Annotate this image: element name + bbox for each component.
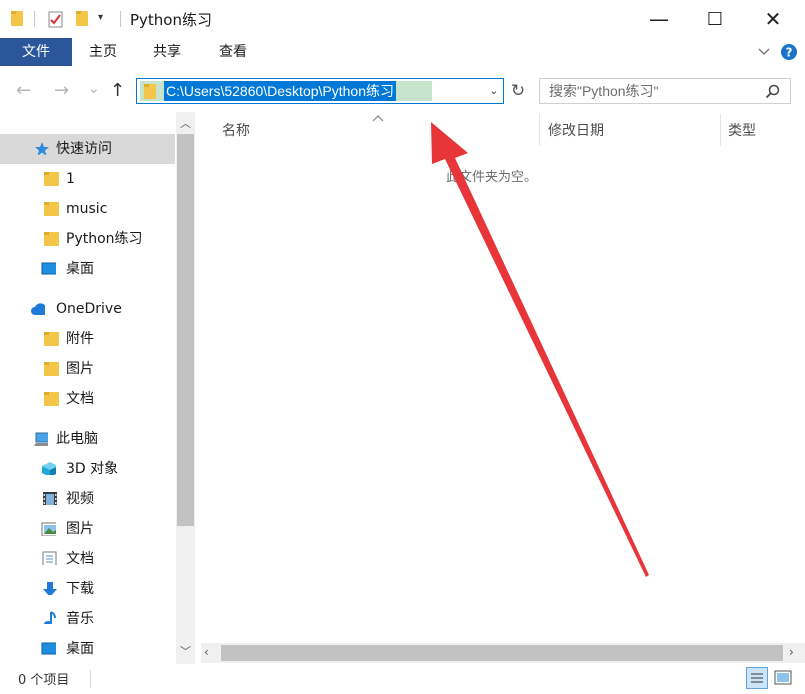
horizontal-scrollbar-thumb[interactable]	[221, 645, 783, 661]
details-view-button[interactable]	[746, 667, 768, 689]
scroll-right-arrow[interactable]: ›	[789, 645, 794, 659]
details-view-icon	[751, 673, 763, 683]
large-icons-view-icon	[774, 670, 792, 685]
scroll-left-arrow[interactable]: ‹	[204, 645, 209, 659]
status-divider	[90, 670, 91, 688]
large-icons-view-button[interactable]	[772, 667, 794, 689]
status-bar	[0, 664, 805, 694]
red-annotation-arrow	[431, 122, 649, 577]
item-count: 0 个项目	[18, 673, 70, 688]
